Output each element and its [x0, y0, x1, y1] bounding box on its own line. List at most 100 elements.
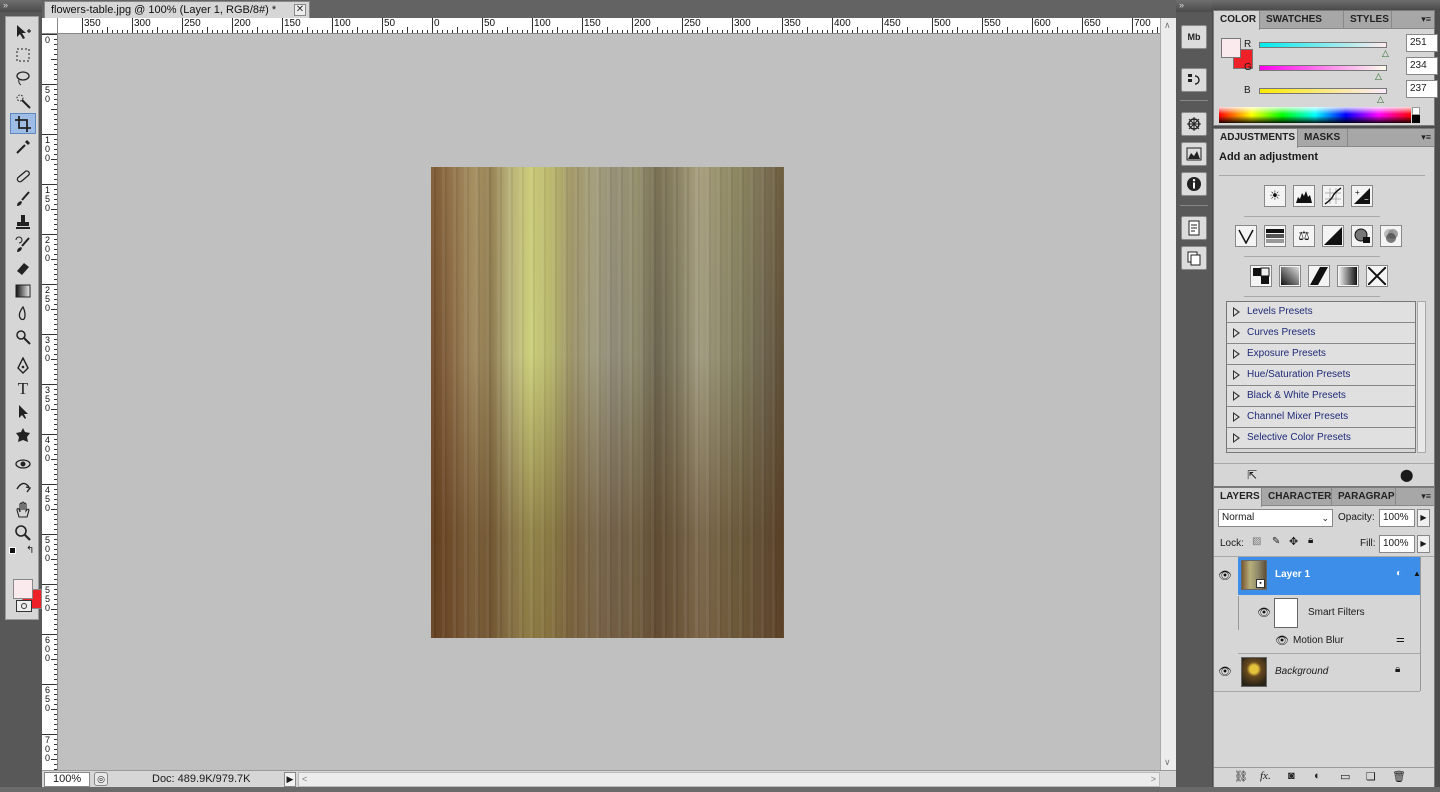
adjustments-menu-icon[interactable]: ▾≡ — [1421, 132, 1431, 143]
panels-collapse-grip[interactable] — [1212, 0, 1440, 10]
hue-saturation-icon[interactable] — [1264, 225, 1286, 247]
status-info-icon[interactable]: ◎ — [94, 772, 108, 786]
gradient-tool-icon[interactable] — [10, 280, 36, 301]
layer-row-background[interactable]: 👁︎ Background 🔒︎ — [1214, 654, 1420, 690]
lock-all-icon[interactable]: 🔒︎ — [1308, 535, 1313, 546]
tab-adjustments[interactable]: ADJUSTMENTS — [1214, 129, 1298, 148]
smart-filters-eye-icon[interactable]: 👁︎ — [1257, 606, 1271, 620]
blue-slider-thumb[interactable]: △ — [1377, 94, 1384, 105]
document-tab[interactable]: flowers-table.jpg @ 100% (Layer 1, RGB/8… — [44, 1, 310, 18]
tab-character[interactable]: CHARACTER — [1262, 488, 1332, 506]
fill-field[interactable]: 100% — [1379, 535, 1415, 553]
clip-adjustment-icon[interactable]: ⬤ — [1400, 468, 1413, 482]
background-eye-icon[interactable]: 👁︎ — [1218, 665, 1232, 679]
red-value-field[interactable]: 251 — [1406, 34, 1438, 52]
scroll-down-icon[interactable]: ∨ — [1164, 757, 1171, 768]
healing-brush-tool-icon[interactable] — [10, 165, 36, 186]
ruler-origin[interactable] — [42, 18, 58, 34]
spectrum-black-swatch[interactable] — [1412, 115, 1420, 123]
blue-value-field[interactable]: 237 — [1406, 80, 1438, 98]
curves-icon[interactable] — [1322, 185, 1344, 207]
red-slider-thumb[interactable]: △ — [1382, 48, 1389, 59]
3d-orbit-tool-icon[interactable] — [10, 476, 36, 497]
preset-black-white[interactable]: Black & White Presets — [1227, 386, 1415, 407]
invert-icon[interactable] — [1250, 265, 1272, 287]
pen-tool-icon[interactable] — [10, 355, 36, 376]
type-tool-icon[interactable]: T — [10, 378, 36, 399]
preset-levels[interactable]: Levels Presets — [1227, 302, 1415, 323]
return-to-list-icon[interactable]: ⇱ — [1247, 468, 1257, 482]
dodge-tool-icon[interactable] — [10, 326, 36, 347]
preset-exposure[interactable]: Exposure Presets — [1227, 344, 1415, 365]
crop-tool-icon[interactable] — [10, 113, 36, 134]
preset-curves[interactable]: Curves Presets — [1227, 323, 1415, 344]
lock-transparency-icon[interactable]: ▨ — [1252, 536, 1261, 547]
quick-mask-icon[interactable] — [16, 600, 32, 612]
history-brush-tool-icon[interactable] — [10, 234, 36, 255]
dock-collapse-grip[interactable]: » — [1176, 0, 1212, 12]
tab-paragraph[interactable]: PARAGRAPH — [1332, 488, 1396, 506]
3d-rotate-tool-icon[interactable] — [10, 453, 36, 474]
vertical-scrollbar[interactable]: ∧ ∨ — [1160, 18, 1176, 770]
green-slider[interactable] — [1259, 65, 1387, 71]
color-spectrum-bar[interactable] — [1219, 107, 1411, 123]
gradient-map-icon[interactable] — [1337, 265, 1359, 287]
default-colors-icon[interactable] — [9, 547, 16, 554]
layer-row-layer1[interactable]: 👁︎ ▪ Layer 1 ◐ ▲ — [1214, 557, 1421, 595]
green-value-field[interactable]: 234 — [1406, 57, 1438, 75]
image-canvas[interactable] — [431, 167, 784, 638]
photo-filter-icon[interactable] — [1351, 225, 1373, 247]
eyedropper-tool-icon[interactable] — [10, 136, 36, 157]
new-adjustment-layer-icon[interactable]: ◐ — [1314, 770, 1321, 782]
presets-scrollbar[interactable] — [1417, 301, 1426, 453]
scroll-left-icon[interactable]: < — [302, 774, 307, 784]
posterize-icon[interactable] — [1279, 265, 1301, 287]
lock-position-icon[interactable]: ✥ — [1289, 535, 1298, 548]
green-slider-thumb[interactable]: △ — [1375, 71, 1382, 82]
status-menu-arrow-icon[interactable]: ▶ — [284, 772, 296, 787]
layer-row-motion-blur[interactable]: 👁︎ Motion Blur ⚌ — [1214, 631, 1420, 651]
lock-image-icon[interactable]: ✎ — [1272, 536, 1280, 547]
add-mask-icon[interactable]: ◙ — [1288, 770, 1295, 782]
navigator-icon[interactable] — [1181, 112, 1207, 136]
spectrum-white-swatch[interactable] — [1412, 107, 1420, 115]
layers-menu-icon[interactable]: ▾≡ — [1421, 491, 1431, 502]
vibrance-icon[interactable] — [1235, 225, 1257, 247]
preset-hue-saturation[interactable]: Hue/Saturation Presets — [1227, 365, 1415, 386]
info-icon[interactable] — [1181, 172, 1207, 196]
preset-selective-color[interactable]: Selective Color Presets — [1227, 428, 1415, 449]
horizontal-scrollbar[interactable]: < > — [298, 772, 1160, 787]
panel-menu-icon[interactable]: ▾≡ — [1421, 14, 1431, 25]
black-white-icon[interactable] — [1322, 225, 1344, 247]
link-layers-icon[interactable]: ⛓ — [1234, 770, 1248, 783]
close-tab-icon[interactable]: ✕ — [294, 4, 306, 16]
smart-filter-indicator-icon[interactable]: ◐ — [1396, 568, 1402, 579]
path-selection-tool-icon[interactable] — [10, 401, 36, 422]
marquee-tool-icon[interactable] — [10, 44, 36, 65]
tab-color[interactable]: COLOR — [1214, 11, 1260, 30]
new-group-icon[interactable]: ▭ — [1340, 770, 1350, 783]
red-slider[interactable] — [1259, 42, 1387, 48]
channel-mixer-icon[interactable] — [1380, 225, 1402, 247]
opacity-field[interactable]: 100% — [1379, 509, 1415, 527]
brightness-contrast-icon[interactable]: ☀ — [1264, 185, 1286, 207]
scroll-up-icon[interactable]: ∧ — [1164, 20, 1171, 31]
new-layer-icon[interactable]: ❏ — [1366, 770, 1376, 783]
selective-color-icon[interactable] — [1366, 265, 1388, 287]
color-balance-icon[interactable]: ⚖ — [1293, 225, 1315, 247]
layer-row-smart-filters[interactable]: 👁︎ Smart Filters — [1214, 596, 1420, 630]
scroll-right-icon[interactable]: > — [1151, 774, 1156, 784]
blur-tool-icon[interactable] — [10, 303, 36, 324]
fill-slider-arrow-icon[interactable]: ▶ — [1417, 535, 1430, 553]
tab-styles[interactable]: STYLES — [1344, 11, 1392, 29]
blend-mode-select[interactable]: Normal ⌄ — [1218, 509, 1333, 527]
swap-colors-icon[interactable]: ↰ — [26, 545, 34, 556]
custom-shape-tool-icon[interactable] — [10, 424, 36, 445]
zoom-level-field[interactable]: 100% — [44, 772, 90, 787]
filter-blending-options-icon[interactable]: ⚌ — [1396, 634, 1405, 645]
mini-bridge-icon[interactable]: Mb — [1181, 25, 1207, 49]
motion-blur-eye-icon[interactable]: 👁︎ — [1275, 634, 1289, 648]
visibility-eye-icon[interactable]: 👁︎ — [1218, 569, 1232, 583]
zoom-tool-icon[interactable] — [10, 522, 36, 543]
clone-stamp-tool-icon[interactable] — [10, 211, 36, 232]
